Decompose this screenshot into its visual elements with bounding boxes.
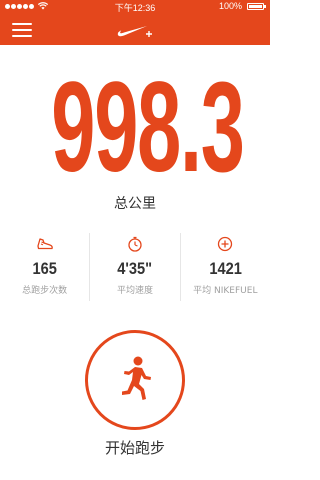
stat-total-runs: 165 总跑步次数 bbox=[0, 233, 89, 301]
stat-value: 1421 bbox=[209, 259, 242, 278]
start-run-label: 开始跑步 bbox=[104, 439, 165, 457]
stat-label: 平均 NIKEFUEL bbox=[193, 286, 258, 296]
nike-plus-swoosh-icon bbox=[117, 26, 152, 37]
stat-value: 4'35" bbox=[117, 259, 153, 278]
stat-average-nikefuel: 1421 平均 NIKEFUEL bbox=[179, 233, 270, 301]
stat-label: 平均速度 bbox=[116, 286, 153, 296]
runner-icon bbox=[122, 356, 151, 400]
status-bar: 下午12:36 100% bbox=[0, 0, 270, 14]
running-shoe-icon bbox=[37, 238, 53, 250]
battery-percentage: 100% bbox=[218, 1, 242, 11]
nav-bar bbox=[0, 14, 270, 45]
start-run-button[interactable] bbox=[85, 330, 185, 430]
stopwatch-icon bbox=[128, 236, 142, 252]
stat-label: 总跑步次数 bbox=[22, 286, 68, 296]
nikefuel-plus-icon bbox=[218, 236, 233, 252]
stat-average-pace: 4'35" 平均速度 bbox=[89, 233, 179, 301]
stat-value: 165 bbox=[32, 259, 57, 278]
stats-row: 165 总跑步次数 4'35" 平均速度 1421 平均 NIKEFUEL bbox=[0, 233, 270, 301]
menu-button[interactable] bbox=[12, 22, 32, 38]
battery-icon bbox=[247, 3, 266, 10]
total-distance-label: 总公里 bbox=[114, 196, 156, 212]
total-distance-value: 998.3 bbox=[51, 56, 245, 199]
